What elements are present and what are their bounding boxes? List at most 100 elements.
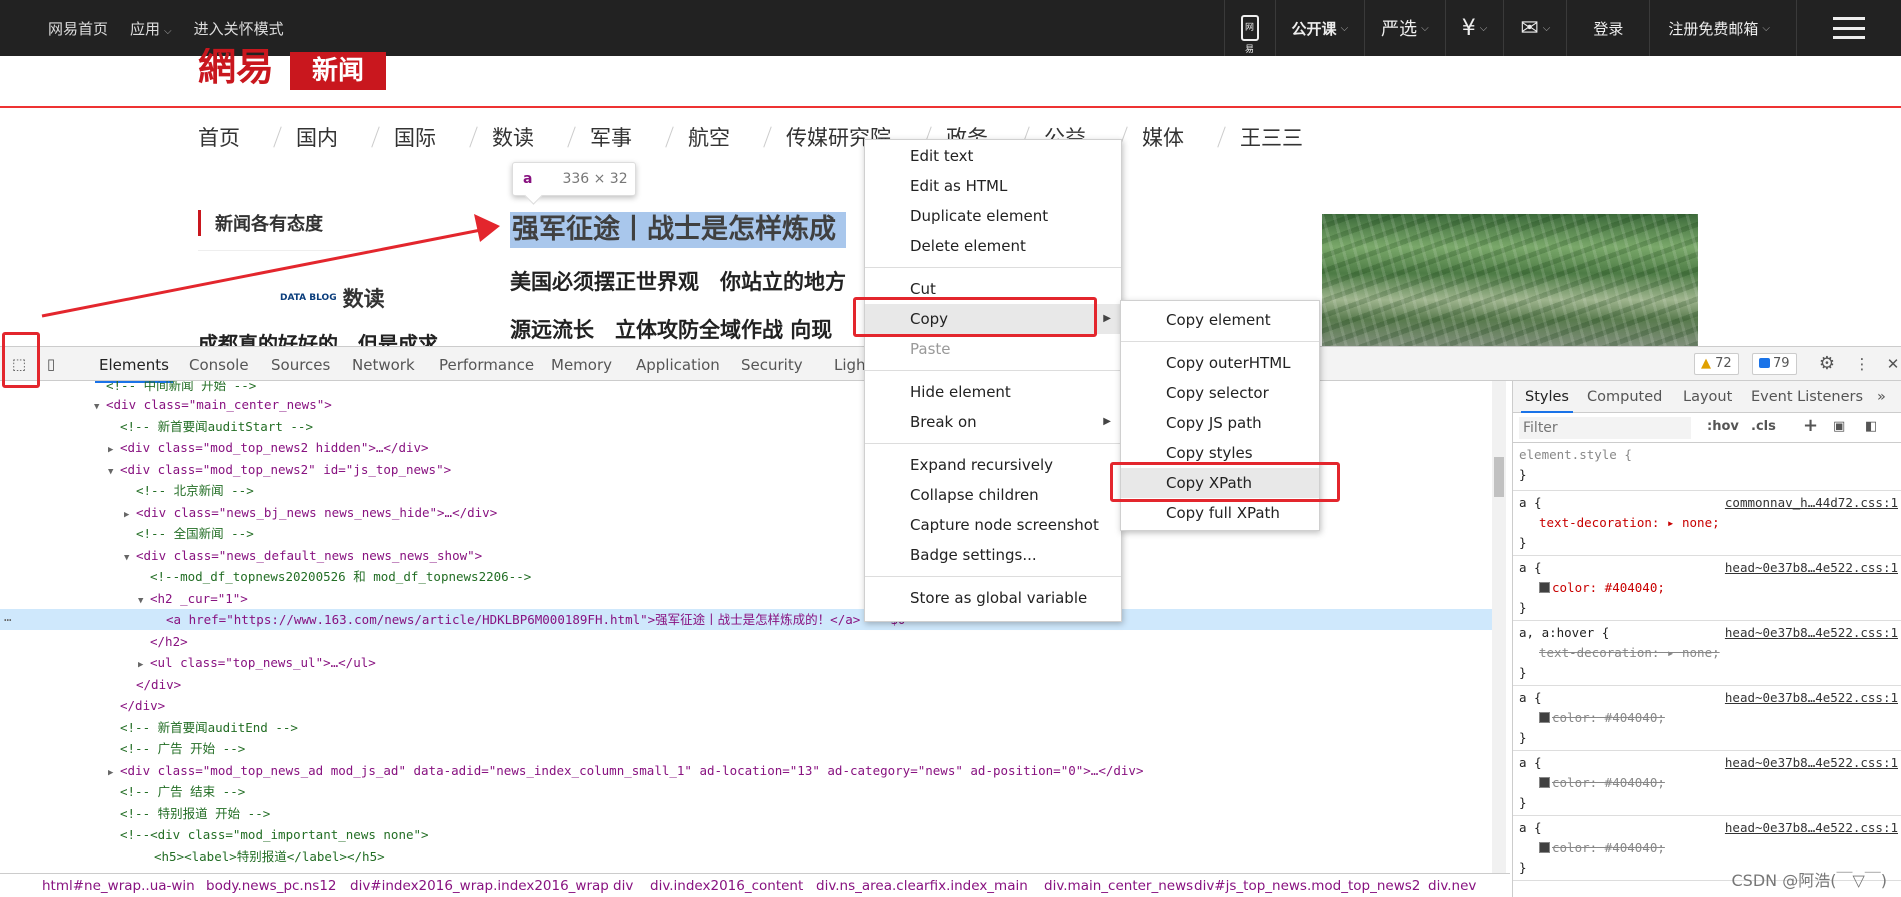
- open-course-menu[interactable]: 公开课 ⌵: [1274, 0, 1365, 56]
- rule-property[interactable]: color: #404040;: [1519, 578, 1896, 598]
- breadcrumb-item[interactable]: div.nev: [1428, 878, 1476, 894]
- tab-sources[interactable]: Sources: [271, 356, 330, 374]
- dom-node[interactable]: <!-- 新首要闻auditEnd -->: [0, 717, 1492, 738]
- main-menu-button[interactable]: [1796, 0, 1901, 56]
- breadcrumb-item[interactable]: div.main_center_news: [1044, 878, 1193, 894]
- yanxuan-menu[interactable]: 严选 ⌵: [1364, 0, 1445, 56]
- style-rule[interactable]: a { commonnav_h…44d72.css:1 text-decorat…: [1513, 491, 1901, 556]
- home-link[interactable]: 网易首页: [48, 18, 108, 39]
- dom-node[interactable]: ▼ <h2 _cur="1">: [0, 588, 1492, 609]
- menu-item-copy-full-xpath[interactable]: Copy full XPath: [1121, 498, 1319, 528]
- dom-node[interactable]: <!--mod_df_topnews20200526 和 mod_df_topn…: [0, 566, 1492, 587]
- styles-filter-input[interactable]: [1519, 417, 1691, 439]
- menu-item-edit-text[interactable]: Edit text: [865, 141, 1121, 171]
- menu-item-copy-js-path[interactable]: Copy JS path: [1121, 408, 1319, 438]
- scrollbar-thumb[interactable]: [1494, 457, 1504, 497]
- rule-source-link[interactable]: commonnav_h…44d72.css:1: [1725, 493, 1898, 513]
- menu-item-expand-recursively[interactable]: Expand recursively: [865, 450, 1121, 480]
- headline-link[interactable]: 强军征途丨战士是怎样炼成: [510, 212, 846, 248]
- rule-source-link[interactable]: head~0e37b8…4e522.css:1: [1725, 688, 1898, 708]
- class-toggle[interactable]: .cls: [1751, 419, 1776, 434]
- expand-triangle-icon[interactable]: ▶: [108, 440, 120, 461]
- menu-item-capture-node-screenshot[interactable]: Capture node screenshot: [865, 510, 1121, 540]
- style-rule[interactable]: element.style { }: [1513, 443, 1901, 491]
- style-rule[interactable]: a { head~0e37b8…4e522.css:1 color: #4040…: [1513, 686, 1901, 751]
- color-swatch[interactable]: [1539, 582, 1550, 593]
- tab-memory[interactable]: Memory: [551, 356, 612, 374]
- messages-badge[interactable]: 79: [1752, 353, 1797, 375]
- style-rule[interactable]: a { head~0e37b8…4e522.css:1 color: #4040…: [1513, 751, 1901, 816]
- rule-property-overridden[interactable]: text-decoration: ▸ none;: [1519, 643, 1896, 663]
- menu-item-copy-outerhtml[interactable]: Copy outerHTML: [1121, 348, 1319, 378]
- tab-network[interactable]: Network: [352, 356, 415, 374]
- nav-item[interactable]: 国内: [296, 122, 394, 152]
- rule-property[interactable]: text-decoration: ▸ none;: [1519, 513, 1896, 533]
- login-link[interactable]: 登录: [1566, 0, 1649, 56]
- breadcrumb-item[interactable]: body.news_pc.ns12: [206, 878, 337, 894]
- dom-node[interactable]: <!--<div class="mod_important_news none"…: [0, 824, 1492, 845]
- dom-node[interactable]: ▶ <div class="mod_top_news_ad mod_js_ad" …: [0, 760, 1492, 781]
- tab-layout[interactable]: Layout: [1683, 389, 1732, 405]
- dom-node[interactable]: ▶ <ul class="top_news_ul">…</ul>: [0, 652, 1492, 673]
- nav-item[interactable]: 国际: [394, 122, 492, 152]
- nav-item[interactable]: 军事: [590, 122, 688, 152]
- dom-node[interactable]: ▼ <div class="news_default_news news_news…: [0, 545, 1492, 566]
- rule-source-link[interactable]: head~0e37b8…4e522.css:1: [1725, 753, 1898, 773]
- dom-node[interactable]: <!-- 广告 开始 -->: [0, 738, 1492, 759]
- tab-event-listeners[interactable]: Event Listeners: [1751, 389, 1863, 405]
- hover-state-toggle[interactable]: :hov: [1707, 419, 1739, 434]
- rule-source-link[interactable]: head~0e37b8…4e522.css:1: [1725, 623, 1898, 643]
- tab-security[interactable]: Security: [741, 356, 803, 374]
- rule-property-overridden[interactable]: color: #404040;: [1519, 838, 1896, 858]
- gear-icon[interactable]: ⚙: [1818, 355, 1836, 373]
- tab-styles[interactable]: Styles: [1521, 389, 1573, 413]
- tab-application[interactable]: Application: [636, 356, 720, 374]
- nav-item[interactable]: 首页: [198, 122, 296, 152]
- data-blog-logo[interactable]: DATA BLOG 数读: [280, 283, 385, 313]
- register-mail-menu[interactable]: 注册免费邮箱 ⌵: [1649, 0, 1796, 56]
- mobile-app-button[interactable]: 网易: [1223, 0, 1275, 56]
- style-rule[interactable]: a { head~0e37b8…4e522.css:1 color: #4040…: [1513, 556, 1901, 621]
- new-rule-button[interactable]: +: [1803, 415, 1818, 436]
- menu-item-duplicate-element[interactable]: Duplicate element: [865, 201, 1121, 231]
- color-swatch[interactable]: [1539, 777, 1550, 788]
- selected-dom-node[interactable]: ⋯ <a href="https://www.163.com/news/artic…: [0, 609, 1492, 630]
- color-swatch[interactable]: [1539, 842, 1550, 853]
- collapse-triangle-icon[interactable]: ▼: [94, 397, 106, 418]
- device-toolbar-icon[interactable]: ▯: [42, 355, 60, 373]
- mail-menu[interactable]: ✉ ⌵: [1503, 0, 1566, 56]
- more-tabs-icon[interactable]: »: [1877, 389, 1886, 405]
- rule-property-overridden[interactable]: color: #404040;: [1519, 708, 1896, 728]
- breadcrumb-item[interactable]: html#ne_wrap..ua-win: [42, 878, 195, 894]
- rule-source-link[interactable]: head~0e37b8…4e522.css:1: [1725, 558, 1898, 578]
- more-icon[interactable]: ⋯: [4, 609, 12, 630]
- apps-menu[interactable]: 应用 ⌵: [130, 18, 172, 39]
- close-icon[interactable]: ✕: [1884, 355, 1901, 373]
- news-link[interactable]: 美国必须摆正世界观 你站立的地方: [510, 266, 870, 296]
- menu-item-break-on[interactable]: Break on ▶: [865, 407, 1121, 437]
- care-mode-link[interactable]: 进入关怀模式: [194, 18, 284, 39]
- dom-node[interactable]: </h2>: [0, 631, 1492, 652]
- menu-item-collapse-children[interactable]: Collapse children: [865, 480, 1121, 510]
- warnings-badge[interactable]: ▲ 72: [1694, 353, 1739, 375]
- tab-performance[interactable]: Performance: [439, 356, 534, 374]
- news-link[interactable]: 成都真的好好的，但是成求: [198, 332, 438, 346]
- dom-node[interactable]: <!-- 广告 结束 -->: [0, 781, 1492, 802]
- color-swatch[interactable]: [1539, 712, 1550, 723]
- menu-item-copy-selector[interactable]: Copy selector: [1121, 378, 1319, 408]
- style-rule[interactable]: a, a:hover { head~0e37b8…4e522.css:1 tex…: [1513, 621, 1901, 686]
- dom-node[interactable]: </div>: [0, 695, 1492, 716]
- tab-computed[interactable]: Computed: [1587, 389, 1662, 405]
- menu-item-paste[interactable]: Paste: [865, 334, 1121, 364]
- more-options-icon[interactable]: ⋮: [1853, 355, 1871, 373]
- finance-menu[interactable]: ¥ ⌵: [1444, 0, 1504, 56]
- breadcrumb-item[interactable]: div.ns_area.clearfix.index_main: [816, 878, 1028, 894]
- news-link[interactable]: 源远流长 立体攻防全域作战 向现: [510, 314, 870, 344]
- rule-property-overridden[interactable]: color: #404040;: [1519, 773, 1896, 793]
- dom-node[interactable]: <h5><label>特别报道</label></h5>: [0, 846, 1492, 867]
- dom-node[interactable]: <!-- 特别报道 开始 -->: [0, 803, 1492, 824]
- menu-item-hide-element[interactable]: Hide element: [865, 377, 1121, 407]
- nav-item[interactable]: 媒体: [1142, 122, 1240, 152]
- menu-item-store-as-global-variable[interactable]: Store as global variable: [865, 583, 1121, 613]
- nav-item[interactable]: 航空: [688, 122, 786, 152]
